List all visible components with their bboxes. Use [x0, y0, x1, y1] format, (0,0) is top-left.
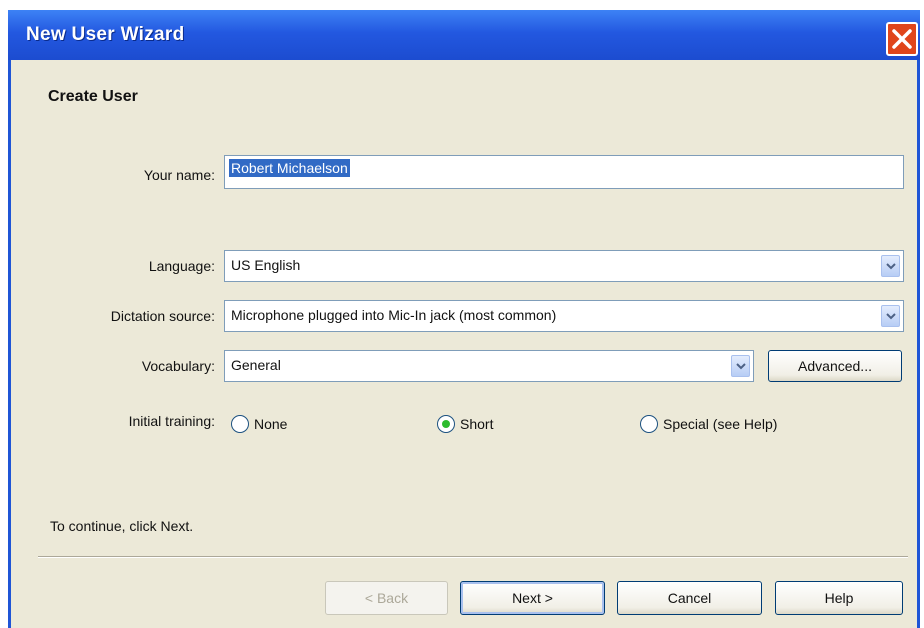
name-label: Your name:	[143, 167, 215, 183]
language-dropdown[interactable]: US English	[224, 250, 904, 282]
dictation-dropdown-button[interactable]	[881, 305, 900, 327]
name-input-value: Robert Michaelson	[229, 159, 350, 177]
close-button[interactable]	[886, 22, 918, 56]
continue-hint: To continue, click Next.	[50, 518, 194, 534]
language-value: US English	[231, 257, 301, 273]
vocabulary-dropdown-button[interactable]	[731, 355, 750, 377]
dictation-dropdown[interactable]: Microphone plugged into Mic-In jack (mos…	[224, 300, 904, 332]
training-label: Initial training:	[128, 413, 215, 429]
next-button-label: Next >	[512, 590, 553, 606]
training-short-radio[interactable]	[437, 415, 455, 433]
footer-divider	[38, 556, 908, 558]
help-button[interactable]: Help	[775, 581, 903, 615]
name-input[interactable]: Robert Michaelson	[224, 155, 904, 189]
training-special-radio[interactable]	[640, 415, 658, 433]
training-none-label[interactable]: None	[254, 416, 287, 432]
dictation-value: Microphone plugged into Mic-In jack (mos…	[231, 307, 557, 323]
close-icon	[892, 29, 912, 49]
training-none-radio[interactable]	[231, 415, 249, 433]
language-dropdown-button[interactable]	[881, 255, 900, 277]
vocabulary-dropdown[interactable]: General	[224, 350, 754, 382]
chevron-down-icon	[886, 313, 896, 320]
advanced-button-label: Advanced...	[798, 358, 872, 374]
section-title: Create User	[48, 88, 138, 105]
cancel-button-label: Cancel	[667, 590, 712, 606]
advanced-button[interactable]: Advanced...	[768, 350, 902, 382]
vocabulary-label: Vocabulary:	[141, 358, 215, 374]
chevron-down-icon	[736, 363, 746, 370]
training-special-label[interactable]: Special (see Help)	[663, 416, 777, 432]
training-short-label[interactable]: Short	[460, 416, 493, 432]
next-button[interactable]: Next >	[460, 581, 605, 615]
cancel-button[interactable]: Cancel	[617, 581, 762, 615]
back-button-label: < Back	[364, 590, 409, 606]
language-label: Language:	[148, 258, 215, 274]
vocabulary-value: General	[231, 357, 281, 373]
chevron-down-icon	[886, 263, 896, 270]
dictation-label: Dictation source:	[110, 308, 215, 324]
back-button[interactable]: < Back	[325, 581, 448, 615]
window-title: New User Wizard	[26, 24, 185, 45]
help-button-label: Help	[824, 590, 854, 606]
title-bar[interactable]: New User Wizard	[8, 10, 920, 60]
radio-selected-dot	[442, 420, 450, 428]
